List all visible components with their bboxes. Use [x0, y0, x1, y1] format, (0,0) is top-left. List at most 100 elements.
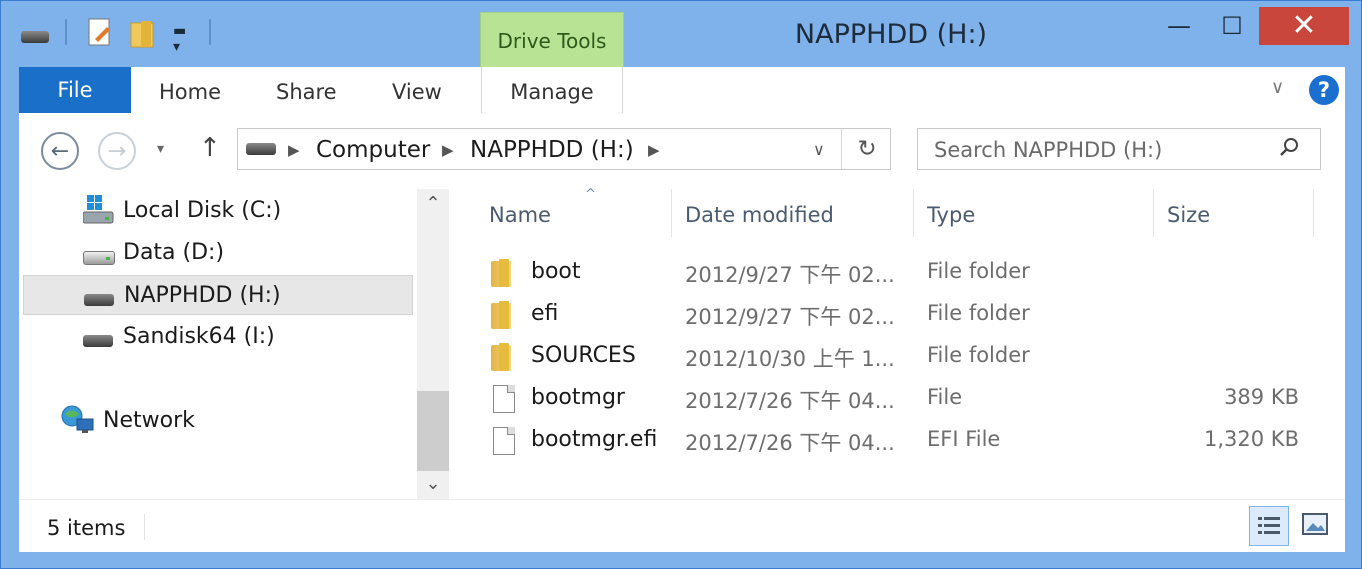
large-icons-view-icon: [1302, 513, 1328, 535]
file-row-bootmgr[interactable]: bootmgr 2012/7/26 下午 04... File 389 KB: [469, 379, 1339, 421]
scroll-down-icon[interactable]: ⌄: [417, 473, 449, 494]
column-divider[interactable]: [1313, 189, 1314, 237]
file-date: 2012/9/27 下午 02...: [685, 263, 895, 287]
file-tab[interactable]: File: [19, 67, 131, 113]
close-button[interactable]: ✕: [1259, 7, 1349, 45]
navigation-bar: ← → ▾ ↑ ▶ Computer ▶ NAPPHDD (H:) ▶ ∨ ↻: [19, 113, 1345, 189]
folder-icon: [489, 343, 513, 371]
back-button[interactable]: ←: [41, 132, 79, 170]
nav-item-label: NAPPHDD (H:): [124, 283, 281, 308]
nav-item-label: Sandisk64 (I:): [123, 324, 275, 349]
file-icon: [493, 427, 515, 455]
folder-icon: [489, 259, 513, 287]
new-folder-icon[interactable]: [129, 19, 157, 49]
file-name: efi: [531, 301, 559, 326]
nav-item-napphdd-h[interactable]: NAPPHDD (H:): [23, 275, 413, 315]
forward-button[interactable]: →: [98, 132, 136, 170]
file-row-sources[interactable]: SOURCES 2012/10/30 上午 1... File folder: [469, 337, 1339, 379]
removable-drive-icon: [83, 327, 113, 347]
column-divider[interactable]: [913, 189, 914, 237]
file-list: Name ^ Date modified Type Size boot 2012…: [469, 187, 1345, 499]
breadcrumb-separator[interactable]: ▶: [288, 141, 300, 159]
column-divider[interactable]: [671, 189, 672, 237]
customize-dropdown-icon[interactable]: ▬ ▾: [173, 23, 186, 55]
column-header-type[interactable]: Type: [927, 203, 975, 233]
minimize-button[interactable]: —: [1154, 7, 1204, 45]
status-bar: 5 items: [19, 499, 1345, 552]
status-divider: [144, 514, 145, 540]
file-type: File folder: [927, 259, 1030, 283]
windows-drive-icon: [82, 195, 115, 229]
file-row-boot[interactable]: boot 2012/9/27 下午 02... File folder: [469, 253, 1339, 295]
toolbar-divider: [209, 19, 211, 45]
nav-item-data-d[interactable]: Data (D:): [23, 233, 413, 273]
scroll-up-icon[interactable]: ⌃: [417, 193, 449, 214]
nav-item-sandisk64-i[interactable]: Sandisk64 (I:): [23, 317, 413, 357]
help-icon[interactable]: ?: [1309, 75, 1339, 105]
explorer-window: ▬ ▾ Drive Tools NAPPHDD (H:) — ☐ ✕ File H…: [0, 0, 1362, 569]
nav-item-label: Network: [103, 408, 195, 433]
recent-locations-button[interactable]: ▾: [157, 141, 164, 157]
file-type: File folder: [927, 343, 1030, 367]
up-button[interactable]: ↑: [199, 133, 221, 163]
nav-item-local-disk-c[interactable]: Local Disk (C:): [23, 191, 413, 231]
breadcrumb-separator[interactable]: ▶: [648, 141, 660, 159]
nav-item-label: Local Disk (C:): [123, 198, 282, 223]
details-view-icon: [1258, 517, 1280, 534]
search-input[interactable]: [932, 135, 1266, 165]
drive-tools-context-label: Drive Tools: [480, 12, 624, 68]
item-count: 5 items: [47, 516, 126, 540]
window-title: NAPPHDD (H:): [794, 19, 988, 50]
column-header-name[interactable]: Name: [489, 203, 551, 233]
large-icons-view-button[interactable]: [1301, 510, 1329, 538]
file-name: bootmgr.efi: [531, 427, 658, 452]
drive-icon[interactable]: [21, 23, 49, 43]
tab-view[interactable]: View: [392, 67, 442, 113]
properties-icon[interactable]: [87, 17, 113, 49]
file-date: 2012/10/30 上午 1...: [685, 347, 895, 371]
scrollbar-thumb[interactable]: [417, 391, 449, 471]
navigation-pane: Local Disk (C:) Data (D:) NAPPHDD (H:) S…: [19, 189, 419, 499]
file-name: boot: [531, 259, 581, 284]
details-view-button[interactable]: [1249, 506, 1289, 546]
network-icon: [61, 405, 95, 439]
column-header-date[interactable]: Date modified: [685, 203, 834, 233]
address-bar[interactable]: ▶ Computer ▶ NAPPHDD (H:) ▶ ∨ ↻: [237, 128, 891, 170]
column-divider[interactable]: [1153, 189, 1154, 237]
file-type: File folder: [927, 301, 1030, 325]
ribbon-tab-bar: File Home Share View Manage ∨ ?: [19, 67, 1345, 114]
file-name: bootmgr: [531, 385, 625, 410]
collapse-ribbon-icon[interactable]: ∨: [1271, 77, 1284, 98]
refresh-button[interactable]: ↻: [841, 129, 892, 169]
nav-item-network[interactable]: Network: [23, 401, 413, 441]
file-type: File: [927, 385, 963, 409]
removable-drive-icon: [84, 286, 114, 306]
file-date: 2012/9/27 下午 02...: [685, 305, 895, 329]
folder-icon: [489, 301, 513, 329]
nav-pane-scrollbar[interactable]: ⌃ ⌄: [417, 189, 449, 499]
breadcrumb-napphdd[interactable]: NAPPHDD (H:): [470, 137, 634, 163]
context-label: Drive Tools: [497, 29, 607, 53]
maximize-button[interactable]: ☐: [1207, 7, 1257, 45]
file-size: 1,320 KB: [1204, 427, 1299, 451]
title-bar: ▬ ▾ Drive Tools NAPPHDD (H:) — ☐ ✕: [1, 1, 1361, 68]
file-row-efi[interactable]: efi 2012/9/27 下午 02... File folder: [469, 295, 1339, 337]
content-area: Local Disk (C:) Data (D:) NAPPHDD (H:) S…: [19, 187, 1345, 499]
nav-item-label: Data (D:): [123, 240, 225, 265]
file-name: SOURCES: [531, 343, 636, 368]
tab-share[interactable]: Share: [276, 67, 337, 113]
file-size: 389 KB: [1224, 385, 1299, 409]
search-box[interactable]: [917, 128, 1321, 170]
address-dropdown-icon[interactable]: ∨: [813, 140, 825, 159]
file-icon: [493, 385, 515, 413]
tab-manage[interactable]: Manage: [481, 67, 623, 113]
breadcrumb-computer[interactable]: Computer: [316, 137, 430, 163]
file-date: 2012/7/26 下午 04...: [685, 431, 895, 455]
file-date: 2012/7/26 下午 04...: [685, 389, 895, 413]
tab-home[interactable]: Home: [159, 67, 221, 113]
search-icon[interactable]: [1278, 136, 1300, 164]
column-header-size[interactable]: Size: [1167, 203, 1210, 233]
toolbar-divider: [65, 19, 67, 45]
file-row-bootmgr-efi[interactable]: bootmgr.efi 2012/7/26 下午 04... EFI File …: [469, 421, 1339, 463]
breadcrumb-separator[interactable]: ▶: [442, 141, 454, 159]
